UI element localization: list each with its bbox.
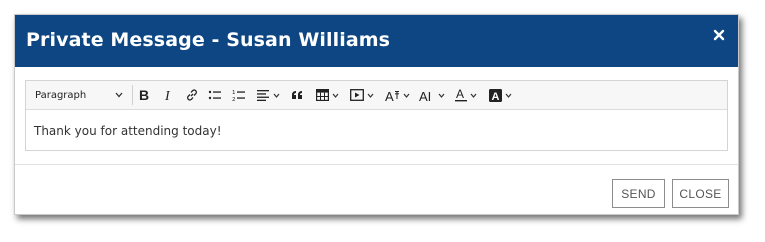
private-message-dialog: Private Message - Susan Williams Paragra… bbox=[14, 14, 739, 215]
numbered-list-button[interactable]: 1 2 bbox=[232, 85, 246, 105]
text-color-icon: A bbox=[455, 88, 467, 102]
paragraph-format-value: Paragraph bbox=[35, 89, 87, 101]
chevron-down-icon bbox=[505, 93, 512, 98]
chevron-down-icon bbox=[470, 93, 477, 98]
blockquote-icon bbox=[292, 91, 302, 99]
bullet-list-icon bbox=[208, 90, 221, 100]
numbered-list-icon: 1 2 bbox=[232, 90, 245, 102]
bold-button[interactable]: B bbox=[138, 85, 150, 105]
text-color-dropdown[interactable]: A bbox=[455, 85, 477, 105]
font-family-dropdown[interactable]: AI bbox=[419, 85, 445, 105]
bold-icon: B bbox=[139, 88, 149, 102]
svg-text:B: B bbox=[139, 88, 149, 102]
svg-text:AI: AI bbox=[419, 89, 431, 102]
align-dropdown[interactable] bbox=[257, 85, 280, 105]
bullet-list-button[interactable] bbox=[208, 85, 222, 105]
chevron-down-icon bbox=[403, 93, 410, 98]
media-icon bbox=[350, 89, 364, 101]
svg-text:A: A bbox=[456, 88, 464, 101]
svg-text:A: A bbox=[492, 91, 500, 102]
paragraph-format-select[interactable]: Paragraph bbox=[31, 85, 127, 105]
italic-button[interactable]: I bbox=[163, 85, 173, 105]
svg-text:1: 1 bbox=[232, 90, 236, 96]
media-dropdown[interactable] bbox=[350, 85, 374, 105]
message-body[interactable]: Thank you for attending today! bbox=[34, 124, 222, 138]
dialog-title: Private Message - Susan Williams bbox=[26, 29, 391, 51]
link-icon bbox=[187, 89, 197, 101]
italic-icon: I bbox=[164, 89, 171, 102]
font-size-dropdown[interactable]: A bbox=[385, 85, 410, 105]
dialog-header: Private Message - Susan Williams bbox=[15, 15, 738, 67]
send-button[interactable]: SEND bbox=[612, 179, 665, 208]
blockquote-button[interactable] bbox=[291, 85, 304, 105]
background-color-dropdown[interactable]: A bbox=[489, 85, 512, 105]
message-editor: Paragraph B I 1 2 A AI A A Thank you for… bbox=[25, 80, 728, 151]
toolbar-divider bbox=[132, 85, 133, 105]
font-size-icon: A bbox=[385, 89, 399, 102]
link-button[interactable] bbox=[185, 85, 199, 105]
chevron-down-icon bbox=[367, 93, 374, 98]
svg-text:A: A bbox=[385, 89, 394, 102]
close-button[interactable]: CLOSE bbox=[672, 179, 729, 208]
editor-toolbar: Paragraph B I 1 2 A AI A A bbox=[26, 81, 727, 110]
align-icon bbox=[257, 90, 269, 101]
background-color-icon: A bbox=[489, 88, 502, 102]
font-family-icon: AI bbox=[419, 89, 431, 102]
chevron-down-icon bbox=[273, 93, 280, 98]
chevron-down-icon bbox=[438, 93, 445, 98]
footer-divider bbox=[15, 164, 738, 165]
table-icon bbox=[316, 89, 329, 101]
table-dropdown[interactable] bbox=[316, 85, 339, 105]
svg-text:I: I bbox=[164, 89, 171, 102]
svg-text:2: 2 bbox=[232, 97, 236, 102]
chevron-down-icon bbox=[115, 92, 123, 98]
close-icon[interactable] bbox=[711, 27, 727, 43]
chevron-down-icon bbox=[332, 93, 339, 98]
